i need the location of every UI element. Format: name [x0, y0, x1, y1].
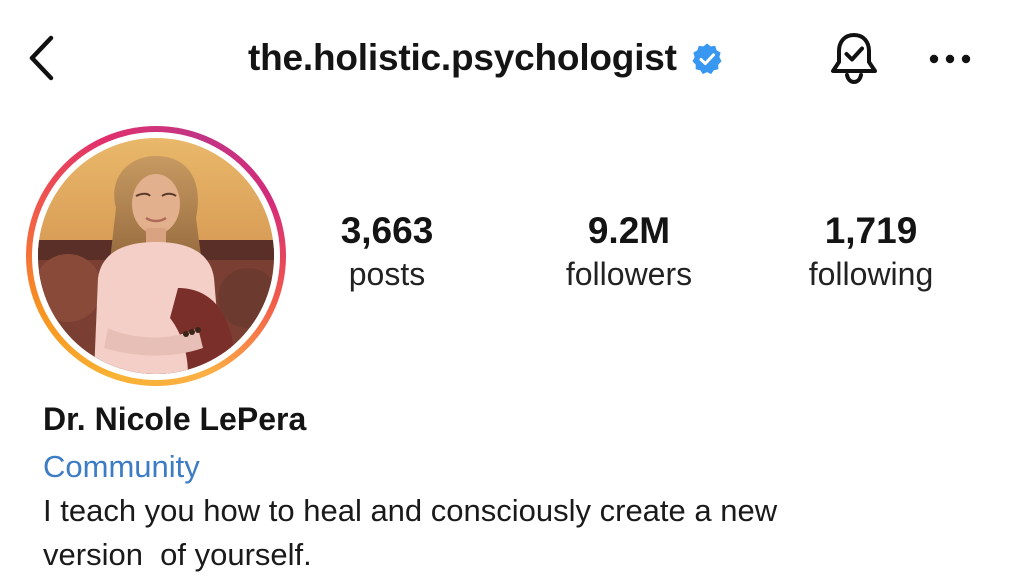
- following-label: following: [808, 256, 934, 292]
- profile-bio: Dr. Nicole LePera Community I teach you …: [43, 396, 1003, 577]
- followers-label: followers: [565, 256, 693, 292]
- display-name: Dr. Nicole LePera: [43, 401, 307, 437]
- username-title: the.holistic.psychologist: [248, 30, 725, 86]
- posts-label: posts: [348, 256, 426, 292]
- bell-check-icon: [831, 33, 877, 85]
- followers-count: 9.2M: [587, 210, 671, 251]
- profile-stats: 3,663 posts 9.2M followers 1,719 followi…: [0, 208, 1024, 308]
- following-count: 1,719: [824, 210, 918, 251]
- following-stat[interactable]: 1,719 following: [771, 208, 971, 294]
- profile-header: the.holistic.psychologist: [0, 0, 1024, 120]
- posts-count: 3,663: [340, 210, 434, 251]
- notifications-button[interactable]: [824, 28, 884, 88]
- verified-badge-icon: [689, 41, 725, 77]
- bio-text: I teach you how to heal and consciously …: [43, 493, 778, 572]
- chevron-left-icon: [29, 35, 54, 81]
- username: the.holistic.psychologist: [248, 37, 677, 78]
- category-link[interactable]: Community: [43, 445, 200, 489]
- back-button[interactable]: [18, 30, 64, 86]
- posts-stat[interactable]: 3,663 posts: [287, 208, 487, 294]
- more-options-button[interactable]: [920, 34, 980, 84]
- followers-stat[interactable]: 9.2M followers: [529, 208, 729, 294]
- more-horizontal-icon: [929, 54, 971, 64]
